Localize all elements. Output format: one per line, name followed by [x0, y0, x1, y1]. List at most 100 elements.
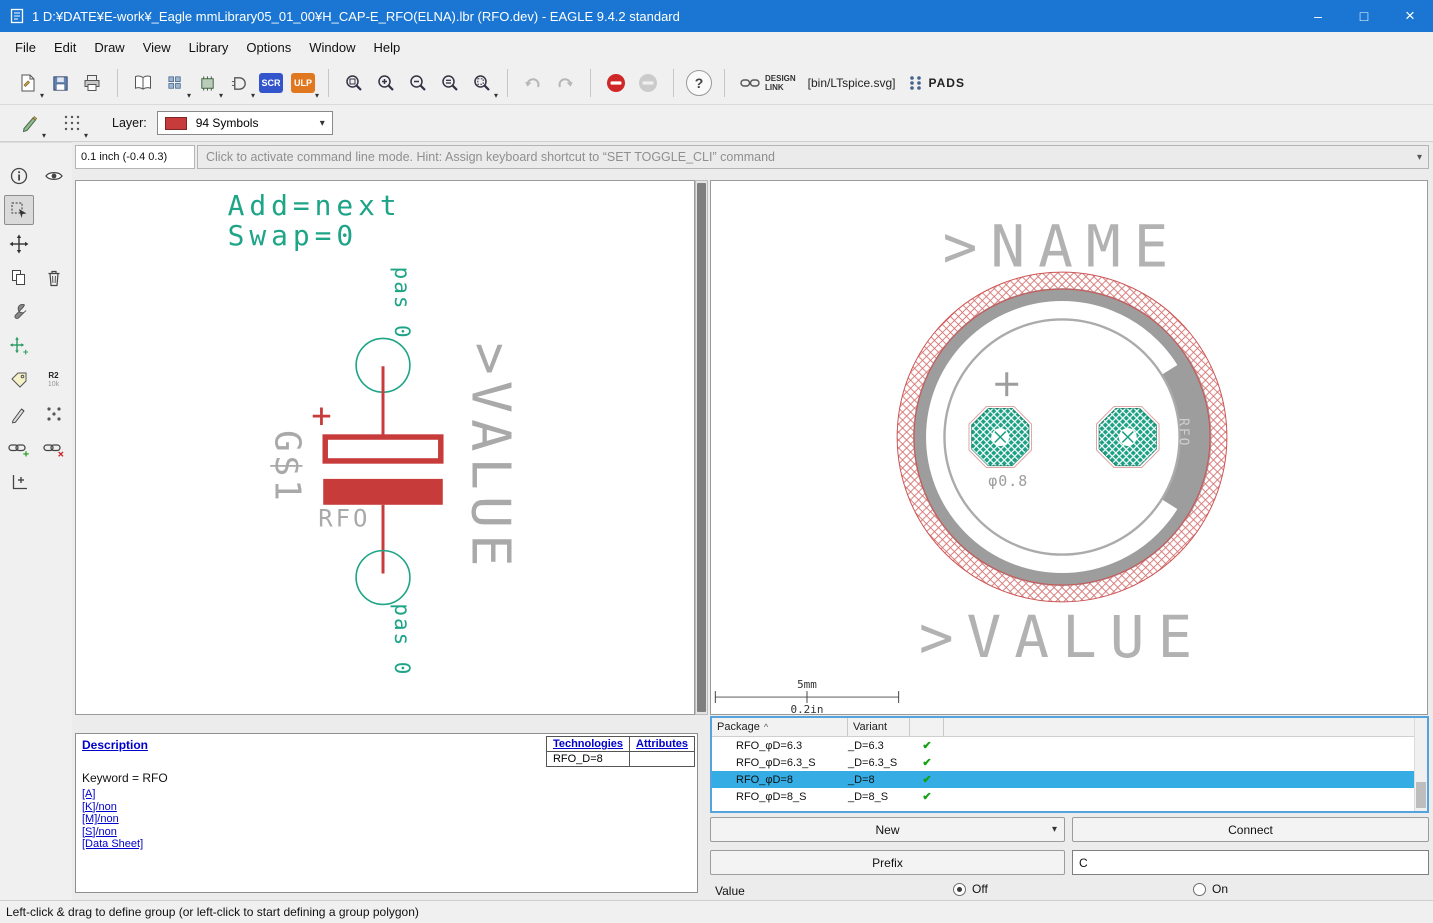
minimize-button[interactable]: – [1295, 0, 1341, 32]
load-package-button[interactable]: ▾ [191, 67, 223, 99]
keepout-ring[interactable] [906, 281, 1219, 594]
load-symbol-button[interactable]: ▾ [223, 67, 255, 99]
link-a[interactable]: [A] [82, 788, 143, 801]
help-button[interactable]: ? [683, 67, 715, 99]
pad-positive[interactable] [969, 407, 1032, 468]
menu-help[interactable]: Help [364, 35, 409, 60]
group-select-button[interactable] [4, 195, 34, 225]
move-button[interactable] [4, 229, 34, 259]
value-button[interactable]: R210k [39, 365, 69, 395]
zoom-fit-button[interactable] [338, 67, 370, 99]
zoom-in-button[interactable] [370, 67, 402, 99]
grid-button[interactable]: ▾ [56, 107, 88, 139]
run-ulp-button[interactable]: ULP ▾ [287, 67, 319, 99]
paste-button[interactable]: + [4, 331, 34, 361]
load-device-button[interactable]: ▾ [159, 67, 191, 99]
disconnect-button-tool[interactable]: × [39, 433, 69, 463]
capacitor-plate-bottom[interactable] [323, 479, 443, 505]
table-row[interactable]: RFO_φD=6.3_S _D=6.3_S ✔ [712, 754, 1427, 771]
zoom-select-button[interactable]: ▾ [466, 67, 498, 99]
delete-button[interactable] [39, 263, 69, 293]
pin-label-top[interactable]: pas 0 [390, 267, 414, 340]
header-check[interactable] [910, 718, 944, 736]
zoom-out-button[interactable] [402, 67, 434, 99]
swaplevel-swap-text[interactable]: Swap=0 [228, 219, 359, 252]
prefix-input[interactable] [1072, 850, 1429, 875]
menu-window[interactable]: Window [300, 35, 364, 60]
copy-button[interactable] [4, 263, 34, 293]
technology-cell[interactable]: RFO_D=8 [546, 752, 629, 767]
drill-label[interactable]: φ0.8 [988, 472, 1028, 490]
link-k-non[interactable]: [K]/non [82, 801, 143, 814]
package-canvas[interactable]: >NAME [710, 180, 1428, 715]
value-placeholder-text[interactable]: >VALUE [919, 603, 1205, 671]
package-label-text[interactable]: RFO [1176, 418, 1191, 447]
save-button[interactable] [44, 67, 76, 99]
layer-select[interactable]: 94 Symbols ▾ [157, 111, 333, 135]
plus-marker[interactable] [995, 372, 1018, 396]
description-link[interactable]: Description [82, 738, 148, 752]
value-placeholder-text[interactable]: >VALUE [460, 342, 523, 572]
change-button[interactable] [4, 297, 34, 327]
menu-library[interactable]: Library [180, 35, 238, 60]
maximize-button[interactable]: □ [1341, 0, 1387, 32]
swaplevel-add-text[interactable]: Add=next [228, 189, 402, 222]
package-table-scrollbar[interactable] [1414, 718, 1427, 811]
name-placeholder-text[interactable]: >NAME [943, 213, 1182, 281]
table-row[interactable]: RFO_φD=8_S _D=8_S ✔ [712, 788, 1427, 805]
silkscreen-ring[interactable] [920, 295, 1205, 580]
command-line-input[interactable]: Click to activate command line mode. Hin… [197, 145, 1429, 169]
symbol-canvas[interactable]: Add=next Swap=0 pas 0 + pas 0 G$1 RFO [75, 180, 695, 715]
attributes-header-link[interactable]: Attributes [630, 737, 695, 752]
pad-negative[interactable] [1096, 407, 1159, 468]
gate-name-text[interactable]: G$1 [266, 430, 307, 504]
scrollbar-thumb[interactable] [697, 183, 706, 712]
polarity-plus[interactable]: + [311, 396, 331, 435]
table-row-selected[interactable]: RFO_φD=8 _D=8 ✔ [712, 771, 1427, 788]
open-button[interactable]: ▾ [12, 67, 44, 99]
pin-label-bottom[interactable]: pas 0 [390, 603, 414, 676]
new-button[interactable]: New ▾ [710, 817, 1065, 842]
value-off-radio[interactable]: Off [953, 882, 988, 896]
package-table[interactable]: Package^ Variant RFO_φD=6.3 _D=6.3 ✔ [710, 716, 1429, 813]
connect-button[interactable]: Connect [1072, 817, 1429, 842]
menu-edit[interactable]: Edit [45, 35, 85, 60]
symbol-name-text[interactable]: RFO [318, 505, 370, 533]
capacitor-plate-top[interactable] [325, 437, 441, 461]
redo-button[interactable] [549, 67, 581, 99]
menu-view[interactable]: View [134, 35, 180, 60]
scrollbar-thumb[interactable] [1416, 782, 1426, 808]
design-link-button[interactable]: DESIGNLINK [734, 67, 802, 99]
library-manager-button[interactable] [127, 67, 159, 99]
attribute-button[interactable] [4, 399, 34, 429]
attribute-cell[interactable] [630, 752, 695, 767]
dimension-button[interactable] [4, 467, 34, 497]
stop-button[interactable] [600, 67, 632, 99]
connect-button-tool[interactable]: + [4, 433, 34, 463]
table-row[interactable]: RFO_φD=6.3 _D=6.3 ✔ [712, 737, 1427, 754]
zoom-exact-button[interactable] [434, 67, 466, 99]
ltspice-button[interactable]: [bin/LTspice.svg] [802, 67, 902, 99]
link-s-non[interactable]: [S]/non [82, 826, 143, 839]
go-button[interactable] [632, 67, 664, 99]
undo-button[interactable] [517, 67, 549, 99]
run-script-button[interactable]: SCR [255, 67, 287, 99]
link-m-non[interactable]: [M]/non [82, 813, 143, 826]
info-button[interactable] [4, 161, 34, 191]
header-variant[interactable]: Variant [848, 718, 910, 736]
header-package[interactable]: Package^ [712, 718, 848, 736]
symbol-canvas-scrollbar[interactable] [695, 180, 708, 715]
menu-file[interactable]: File [6, 35, 45, 60]
technologies-button[interactable] [39, 399, 69, 429]
value-on-radio[interactable]: On [1193, 882, 1228, 896]
menu-options[interactable]: Options [237, 35, 300, 60]
menu-draw[interactable]: Draw [85, 35, 133, 60]
display-button[interactable] [39, 161, 69, 191]
change-settings-button[interactable]: ▾ [14, 107, 46, 139]
print-button[interactable] [76, 67, 108, 99]
link-datasheet[interactable]: [Data Sheet] [82, 838, 143, 851]
name-button[interactable] [4, 365, 34, 395]
pads-button[interactable]: PADS [902, 67, 971, 99]
close-button[interactable]: × [1387, 0, 1433, 32]
prefix-button[interactable]: Prefix [710, 850, 1065, 875]
